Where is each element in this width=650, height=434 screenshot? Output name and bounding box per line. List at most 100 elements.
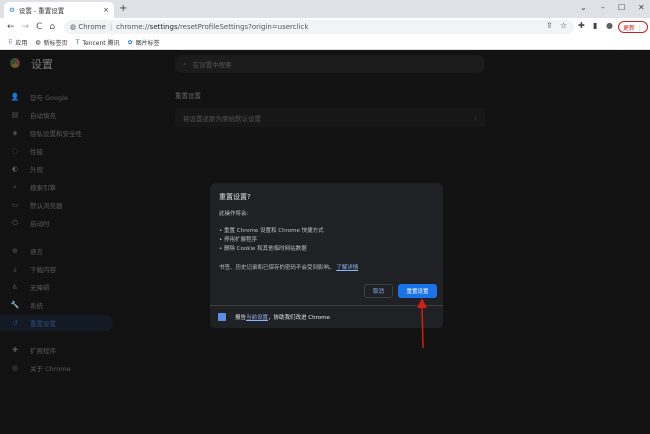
sidebar-item-label: 外观 — [30, 166, 43, 174]
sidebar-item[interactable]: ◐ 外观 — [0, 161, 113, 177]
sidebar-icon: ↺ — [12, 319, 18, 327]
report-prefix: 报告 — [235, 315, 247, 321]
bullet: • 停用扩展程序 — [219, 237, 257, 243]
note-text: 书签、历史记录和已保存的密码不会受到影响。 — [219, 265, 335, 271]
star-icon[interactable]: ☆ — [560, 21, 567, 30]
back-icon[interactable]: ← — [7, 22, 15, 32]
bookmark-images[interactable]: ✿ 图片标签 — [128, 38, 160, 47]
sidebar-icon: ▤ — [11, 111, 19, 119]
sidebar-item[interactable]: ↺ 重置设置 — [0, 315, 113, 331]
sidebar-item-label: 搜索引擎 — [30, 184, 56, 192]
sidebar-item[interactable]: ◈ 隐私设置和安全性 — [0, 125, 113, 141]
url-host: settings — [149, 23, 178, 31]
sidebar-item-label: 隐私设置和安全性 — [30, 130, 82, 138]
bookmark-new-tab[interactable]: ◍ 新标签页 — [35, 38, 67, 47]
sidebar-item[interactable]: ◌ 性能 — [0, 143, 113, 159]
sidebar-item[interactable]: 🔧 系统 — [0, 297, 113, 313]
sidebar-item-label: 语言 — [30, 248, 43, 256]
current-settings-link[interactable]: 当前设置 — [246, 315, 268, 321]
sidebar-icon: ✚ — [12, 346, 18, 354]
address-bar[interactable]: ◍ Chrome | chrome://settings/resetProfile… — [64, 20, 574, 34]
search-placeholder: 在设置中搜索 — [192, 61, 232, 69]
sidebar-item[interactable]: ▤ 自动填充 — [0, 107, 113, 123]
sidebar-icon: ◎ — [11, 364, 19, 372]
bullet: • 重置 Chrome 设置和 Chrome 快捷方式 — [219, 228, 324, 234]
home-icon[interactable]: ⌂ — [49, 22, 55, 32]
sidebar-item-label: 您与 Google — [30, 94, 68, 102]
sidebar-item[interactable]: ◎ 关于 Chrome — [0, 360, 113, 376]
extensions-icon[interactable]: ✚ — [578, 21, 585, 30]
bookmark-apps[interactable]: ⠿ 应用 — [8, 38, 27, 47]
sidebar-item[interactable]: ⏻ 启动时 — [0, 215, 113, 231]
sidebar-item[interactable]: 👤 您与 Google — [0, 89, 113, 105]
update-button[interactable]: 更新 ⋮ — [618, 21, 648, 33]
cancel-button[interactable]: 取消 — [364, 284, 393, 298]
chevron-right-icon: › — [474, 113, 477, 122]
bullet: • 删除 Cookie 和其他临时网站数据 — [219, 246, 307, 252]
sidebar-icon: ⤓ — [13, 264, 17, 273]
share-icon[interactable]: ⇪ — [546, 21, 553, 30]
restore-defaults-row[interactable]: 将设置还原为原始默认设置 › — [175, 108, 485, 127]
tab-title: 设置 - 重置设置 — [18, 7, 65, 15]
sidebar-item[interactable]: ✚ 扩展程序 — [0, 342, 113, 358]
toolbar: ← → C ⌂ ◍ Chrome | chrome://settings/rese… — [0, 18, 650, 36]
tab-search-icon[interactable]: ⌄ — [580, 3, 587, 12]
bookmark-label: 应用 — [15, 40, 28, 47]
profile-icon[interactable]: ● — [606, 21, 613, 30]
bookmarks-bar: ⠿ 应用 ◍ 新标签页 T Tencent 腾讯 ✿ 图片标签 — [0, 36, 650, 50]
learn-more-link[interactable]: 了解详情 — [336, 265, 358, 271]
settings-gear-icon: ⚙ — [9, 6, 15, 14]
sidebar-item[interactable]: ▭ 默认浏览器 — [0, 197, 113, 213]
annotation-arrow-icon — [417, 298, 427, 349]
reset-settings-dialog: 重置设置? 此操作将会: • 重置 Chrome 设置和 Chrome 快捷方式… — [210, 183, 443, 328]
tencent-icon: T — [75, 39, 80, 46]
search-input[interactable]: ⌕ 在设置中搜索 — [175, 55, 485, 73]
sidebar-icon: ⌕ — [13, 182, 17, 191]
site-label: Chrome — [78, 23, 106, 31]
site-icon: ◍ — [70, 23, 79, 31]
sidebar-icon: 👤 — [10, 93, 20, 101]
sidebar-item-label: 默认浏览器 — [30, 202, 63, 210]
reload-icon[interactable]: C — [36, 22, 42, 32]
report-label: 报告当前设置，协助我们改进 Chrome — [235, 313, 330, 321]
reset-settings-button[interactable]: 重置设置 — [398, 284, 437, 298]
sidebar-item[interactable]: ⊕ 语言 — [0, 243, 113, 259]
close-window-button[interactable]: ✕ — [638, 3, 645, 12]
report-suffix: ，协助我们改进 Chrome — [268, 315, 330, 321]
sidebar-item[interactable]: ⌕ 搜索引擎 — [0, 179, 113, 195]
section-title: 重置设置 — [175, 92, 201, 100]
sidebar-item[interactable]: ♿ 无障碍 — [0, 279, 113, 295]
sidebar-icon: ⏻ — [12, 218, 18, 227]
bookmark-label: 图片标签 — [135, 40, 160, 47]
sidebar-item-label: 关于 Chrome — [30, 365, 71, 373]
report-checkbox[interactable] — [218, 313, 226, 321]
bookmark-label: Tencent 腾讯 — [82, 40, 120, 47]
sidebar-icon: ⊕ — [12, 247, 18, 255]
dialog-note: 书签、历史记录和已保存的密码不会受到影响。 了解详情 — [219, 263, 358, 271]
sidebar-icon: ▭ — [11, 201, 19, 209]
dialog-title: 重置设置? — [219, 193, 251, 201]
flower-icon: ✿ — [127, 39, 133, 46]
tab-settings[interactable]: ⚙ 设置 - 重置设置 × — [4, 2, 114, 18]
bookmark-tencent[interactable]: T Tencent 腾讯 — [76, 38, 120, 47]
row-label: 将设置还原为原始默认设置 — [183, 114, 261, 123]
forward-icon[interactable]: → — [22, 22, 30, 32]
sidebar-item-label: 无障碍 — [30, 284, 50, 292]
sidebar-icon: ◐ — [11, 165, 19, 173]
maximize-button[interactable]: ☐ — [618, 3, 625, 12]
sidebar-item-label: 扩展程序 — [30, 347, 56, 355]
sidebar-icon: ◈ — [12, 129, 18, 137]
sidebar-item-label: 启动时 — [30, 220, 50, 228]
sidebar-icon: 🔧 — [10, 301, 20, 309]
url-prefix: chrome:// — [116, 23, 150, 31]
tab-close-icon[interactable]: × — [103, 6, 109, 14]
new-tab-button[interactable]: + — [119, 3, 127, 14]
globe-icon: ◍ — [35, 39, 41, 46]
side-panel-icon[interactable]: ▮ — [593, 21, 597, 30]
apps-icon: ⠿ — [8, 39, 13, 46]
minimize-button[interactable]: – — [601, 3, 605, 12]
sidebar-item-label: 自动填充 — [30, 112, 56, 120]
sidebar-item[interactable]: ⤓ 下载内容 — [0, 261, 113, 277]
bookmark-label: 新标签页 — [43, 40, 68, 47]
sidebar-item-label: 下载内容 — [30, 266, 56, 274]
